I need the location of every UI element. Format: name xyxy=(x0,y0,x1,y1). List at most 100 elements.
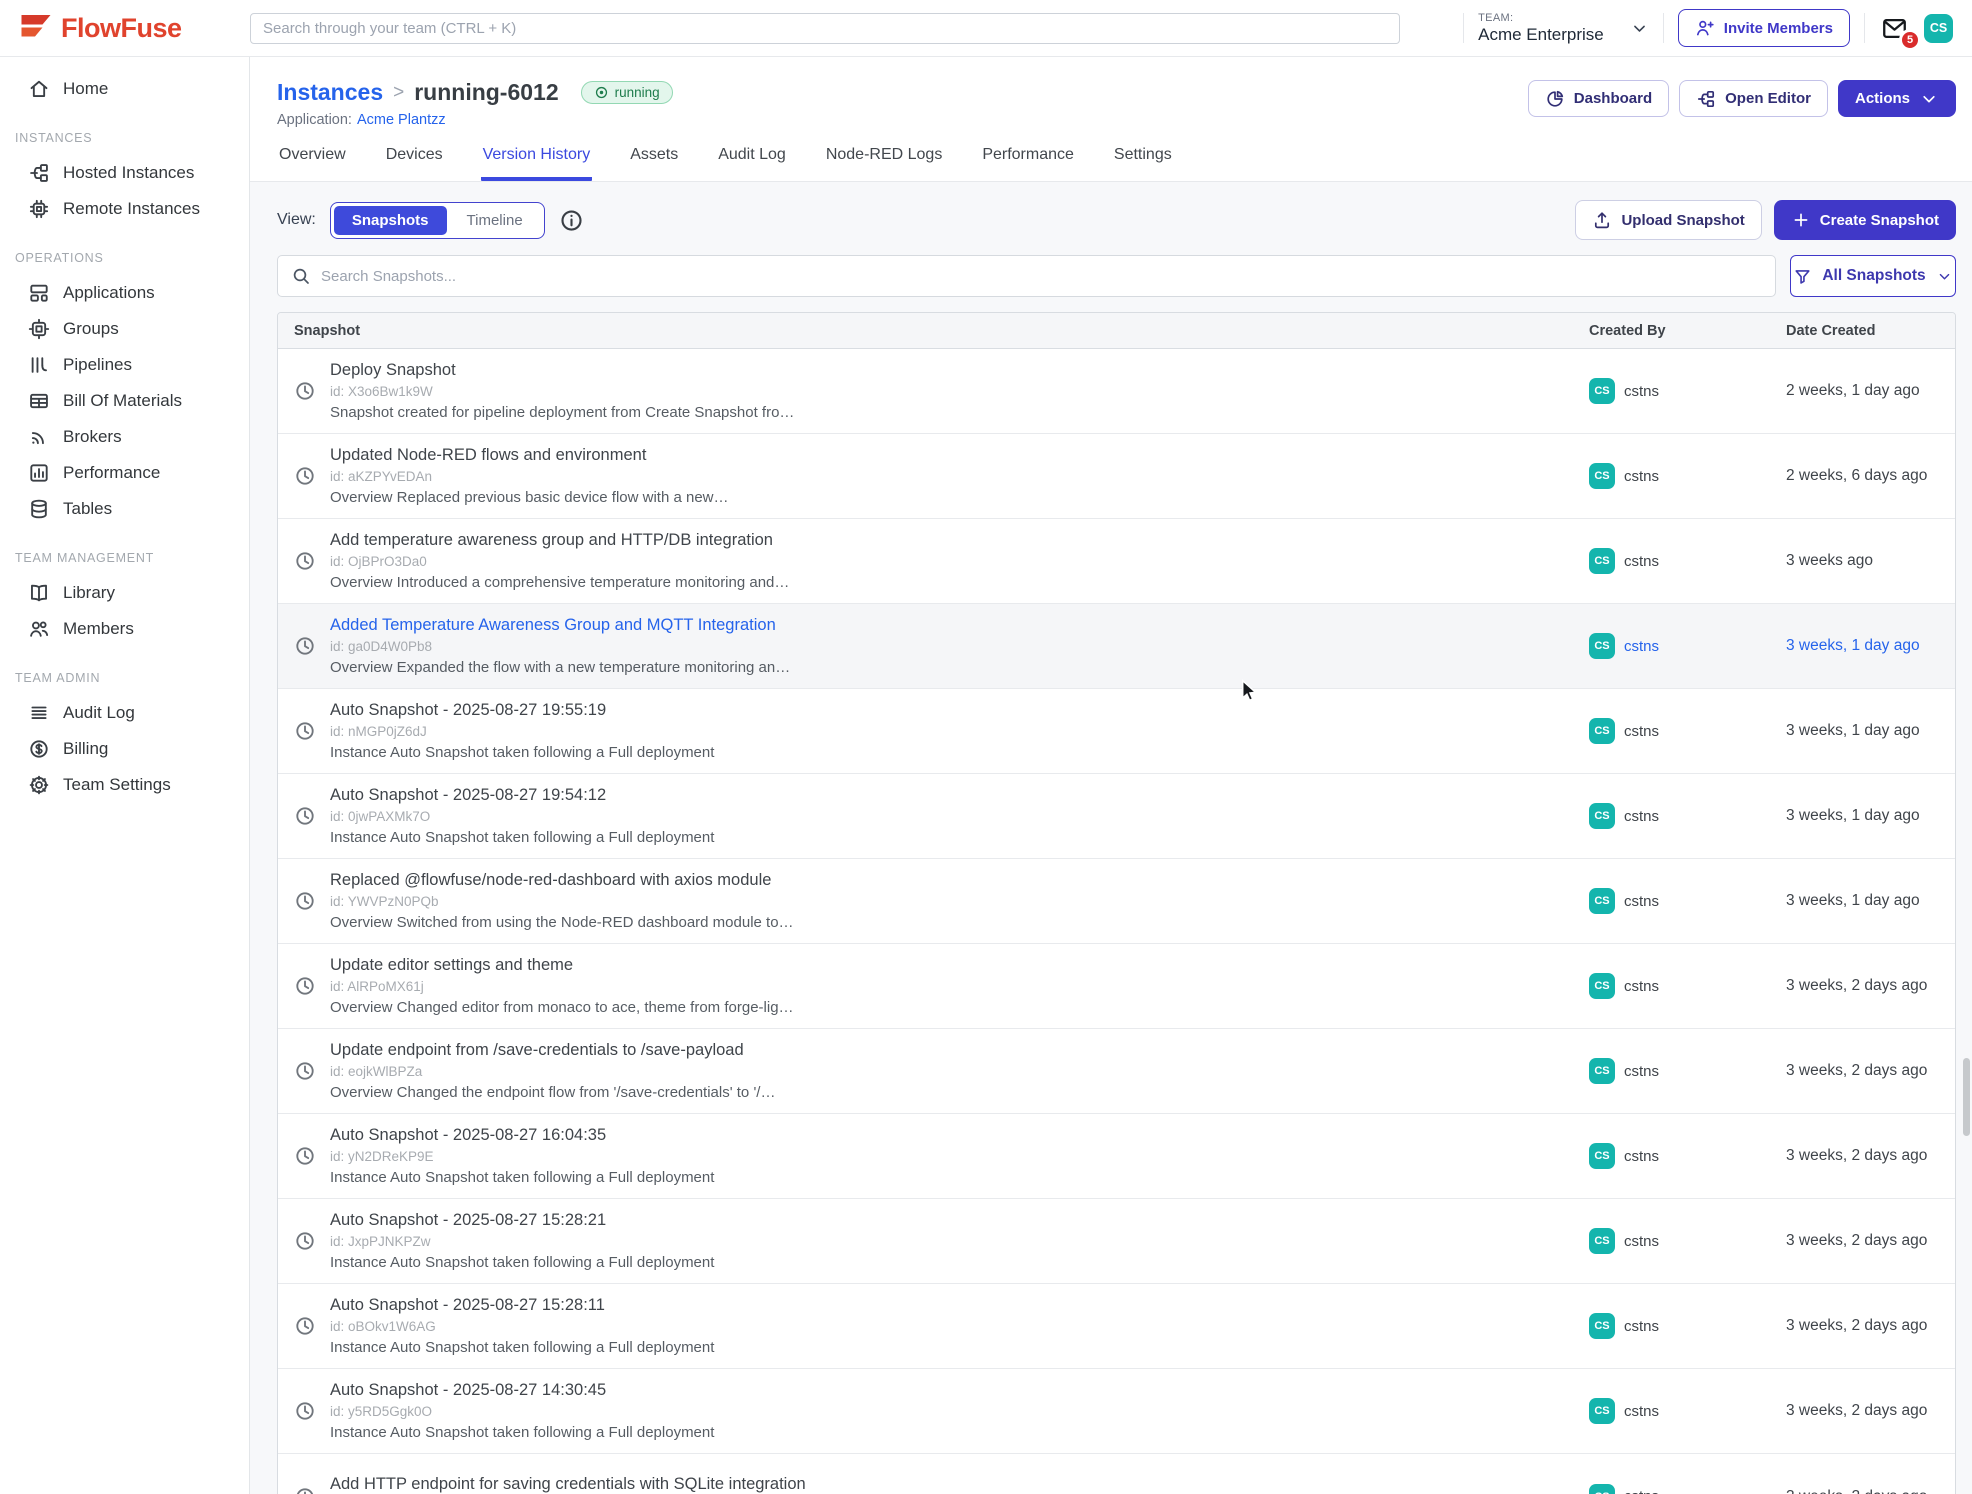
upload-icon xyxy=(1592,210,1612,230)
snapshot-creator: CS cstns xyxy=(1589,1398,1786,1424)
toggle-timeline[interactable]: Timeline xyxy=(449,206,541,235)
snapshot-description: Instance Auto Snapshot taken following a… xyxy=(330,1254,714,1271)
table-row[interactable]: Auto Snapshot - 2025-08-27 19:55:19 id: … xyxy=(278,689,1955,774)
sidebar-item-team-settings[interactable]: Team Settings xyxy=(0,767,249,803)
table-row[interactable]: Updated Node-RED flows and environment i… xyxy=(278,434,1955,519)
application-link[interactable]: Acme Plantzz xyxy=(357,112,446,128)
tab-node-red-logs[interactable]: Node-RED Logs xyxy=(824,146,945,181)
table-row[interactable]: Update endpoint from /save-credentials t… xyxy=(278,1029,1955,1114)
snapshot-date: 3 weeks, 1 day ago xyxy=(1786,807,1955,825)
snapshot-title: Auto Snapshot - 2025-08-27 15:28:11 xyxy=(330,1296,714,1315)
snapshot-title: Auto Snapshot - 2025-08-27 19:55:19 xyxy=(330,701,714,720)
flowfuse-logo[interactable]: FlowFuse xyxy=(0,13,250,44)
table-row[interactable]: Auto Snapshot - 2025-08-27 14:30:45 id: … xyxy=(278,1369,1955,1454)
create-snapshot-button[interactable]: Create Snapshot xyxy=(1774,200,1956,240)
column-snapshot: Snapshot xyxy=(278,323,1589,339)
clock-icon xyxy=(294,1400,316,1422)
clock-icon xyxy=(294,635,316,657)
sidebar-section-label: TEAM ADMIN xyxy=(0,671,249,685)
creator-name: cstns xyxy=(1624,553,1659,570)
sidebar-item-groups[interactable]: Groups xyxy=(0,311,249,347)
sidebar-item-applications[interactable]: Applications xyxy=(0,275,249,311)
tab-settings[interactable]: Settings xyxy=(1112,146,1174,181)
table-row[interactable]: Auto Snapshot - 2025-08-27 15:28:21 id: … xyxy=(278,1199,1955,1284)
tab-audit-log[interactable]: Audit Log xyxy=(716,146,788,181)
creator-avatar: CS xyxy=(1589,1143,1615,1169)
tab-overview[interactable]: Overview xyxy=(277,146,348,181)
creator-avatar: CS xyxy=(1589,973,1615,999)
snapshot-filter-dropdown[interactable]: All Snapshots xyxy=(1790,255,1956,297)
sidebar-item-members[interactable]: Members xyxy=(0,611,249,647)
snapshot-id: id: AlRPoMX61j xyxy=(330,979,794,994)
table-row[interactable]: Added Temperature Awareness Group and MQ… xyxy=(278,604,1955,689)
dashboard-button[interactable]: Dashboard xyxy=(1528,80,1669,117)
sidebar-section: OPERATIONS Applications Groups Pipelines… xyxy=(0,251,249,527)
snapshot-date: 3 weeks, 2 days ago xyxy=(1786,1402,1955,1420)
team-selector[interactable]: TEAM: Acme Enterprise xyxy=(1478,12,1649,45)
sidebar-item-library[interactable]: Library xyxy=(0,575,249,611)
hosted-instances-icon xyxy=(28,162,50,184)
creator-name: cstns xyxy=(1624,1403,1659,1420)
user-avatar[interactable]: CS xyxy=(1924,14,1953,43)
chevron-down-icon xyxy=(1936,268,1953,285)
upload-snapshot-button[interactable]: Upload Snapshot xyxy=(1575,200,1761,240)
sidebar-item-remote-instances[interactable]: Remote Instances xyxy=(0,191,249,227)
creator-name: cstns xyxy=(1624,893,1659,910)
home-icon xyxy=(28,78,50,100)
snapshot-title: Add temperature awareness group and HTTP… xyxy=(330,531,789,550)
toggle-snapshots[interactable]: Snapshots xyxy=(334,206,447,235)
clock-icon xyxy=(294,1145,316,1167)
column-created-by: Created By xyxy=(1589,323,1786,339)
notifications-button[interactable]: 5 xyxy=(1879,15,1910,42)
plus-icon xyxy=(1791,210,1811,230)
sidebar-item-audit-log[interactable]: Audit Log xyxy=(0,695,249,731)
applications-icon xyxy=(28,282,50,304)
sidebar-item-performance[interactable]: Performance xyxy=(0,455,249,491)
clock-icon xyxy=(294,380,316,402)
open-editor-button[interactable]: Open Editor xyxy=(1679,80,1828,117)
column-date-created: Date Created xyxy=(1786,323,1955,339)
clock-icon xyxy=(294,1486,316,1494)
sidebar-item-billing[interactable]: Billing xyxy=(0,731,249,767)
sidebar-section-items: Library Members xyxy=(0,575,249,647)
actions-button[interactable]: Actions xyxy=(1838,80,1956,117)
snapshot-creator: CS cstns xyxy=(1589,973,1786,999)
sidebar-item-brokers[interactable]: Brokers xyxy=(0,419,249,455)
tab-version-history[interactable]: Version History xyxy=(481,146,593,181)
sidebar-nav: Home INSTANCES Hosted Instances Remote I… xyxy=(0,57,250,1494)
sidebar-section: TEAM ADMIN Audit Log Billing Team Settin… xyxy=(0,671,249,803)
snapshot-search-input[interactable] xyxy=(321,268,1762,285)
chevron-down-icon xyxy=(1919,89,1939,109)
creator-name: cstns xyxy=(1624,1488,1659,1494)
clock-icon xyxy=(294,465,316,487)
snapshot-creator: CS cstns xyxy=(1589,718,1786,744)
members-icon xyxy=(28,618,50,640)
view-toggle: Snapshots Timeline xyxy=(330,202,545,239)
sidebar-item-hosted-instances[interactable]: Hosted Instances xyxy=(0,155,249,191)
divider xyxy=(1663,13,1664,43)
table-row[interactable]: Deploy Snapshot id: X3o6Bw1k9W Snapshot … xyxy=(278,349,1955,434)
creator-avatar: CS xyxy=(1589,378,1615,404)
info-icon[interactable] xyxy=(559,208,584,233)
tab-assets[interactable]: Assets xyxy=(628,146,680,181)
table-row[interactable]: Auto Snapshot - 2025-08-27 16:04:35 id: … xyxy=(278,1114,1955,1199)
table-row[interactable]: Replaced @flowfuse/node-red-dashboard wi… xyxy=(278,859,1955,944)
table-row[interactable]: Auto Snapshot - 2025-08-27 15:28:11 id: … xyxy=(278,1284,1955,1369)
sidebar-item-bill-of-materials[interactable]: Bill Of Materials xyxy=(0,383,249,419)
table-row[interactable]: Add temperature awareness group and HTTP… xyxy=(278,519,1955,604)
snapshot-title: Update endpoint from /save-credentials t… xyxy=(330,1041,775,1060)
team-search-input[interactable] xyxy=(250,13,1400,44)
tab-performance[interactable]: Performance xyxy=(980,146,1076,181)
page-scrollbar-thumb[interactable] xyxy=(1963,1058,1970,1136)
breadcrumb-instances-link[interactable]: Instances xyxy=(277,79,383,106)
table-row[interactable]: Auto Snapshot - 2025-08-27 19:54:12 id: … xyxy=(278,774,1955,859)
sidebar-item-tables[interactable]: Tables xyxy=(0,491,249,527)
snapshot-id: id: OjBPrO3Da0 xyxy=(330,554,789,569)
sidebar-item-pipelines[interactable]: Pipelines xyxy=(0,347,249,383)
sidebar-item-home[interactable]: Home xyxy=(0,71,249,107)
snapshot-date: 3 weeks, 2 days ago xyxy=(1786,1488,1955,1494)
table-row[interactable]: Update editor settings and theme id: AlR… xyxy=(278,944,1955,1029)
table-row[interactable]: Add HTTP endpoint for saving credentials… xyxy=(278,1454,1955,1494)
tab-devices[interactable]: Devices xyxy=(384,146,445,181)
invite-members-button[interactable]: Invite Members xyxy=(1678,9,1850,47)
